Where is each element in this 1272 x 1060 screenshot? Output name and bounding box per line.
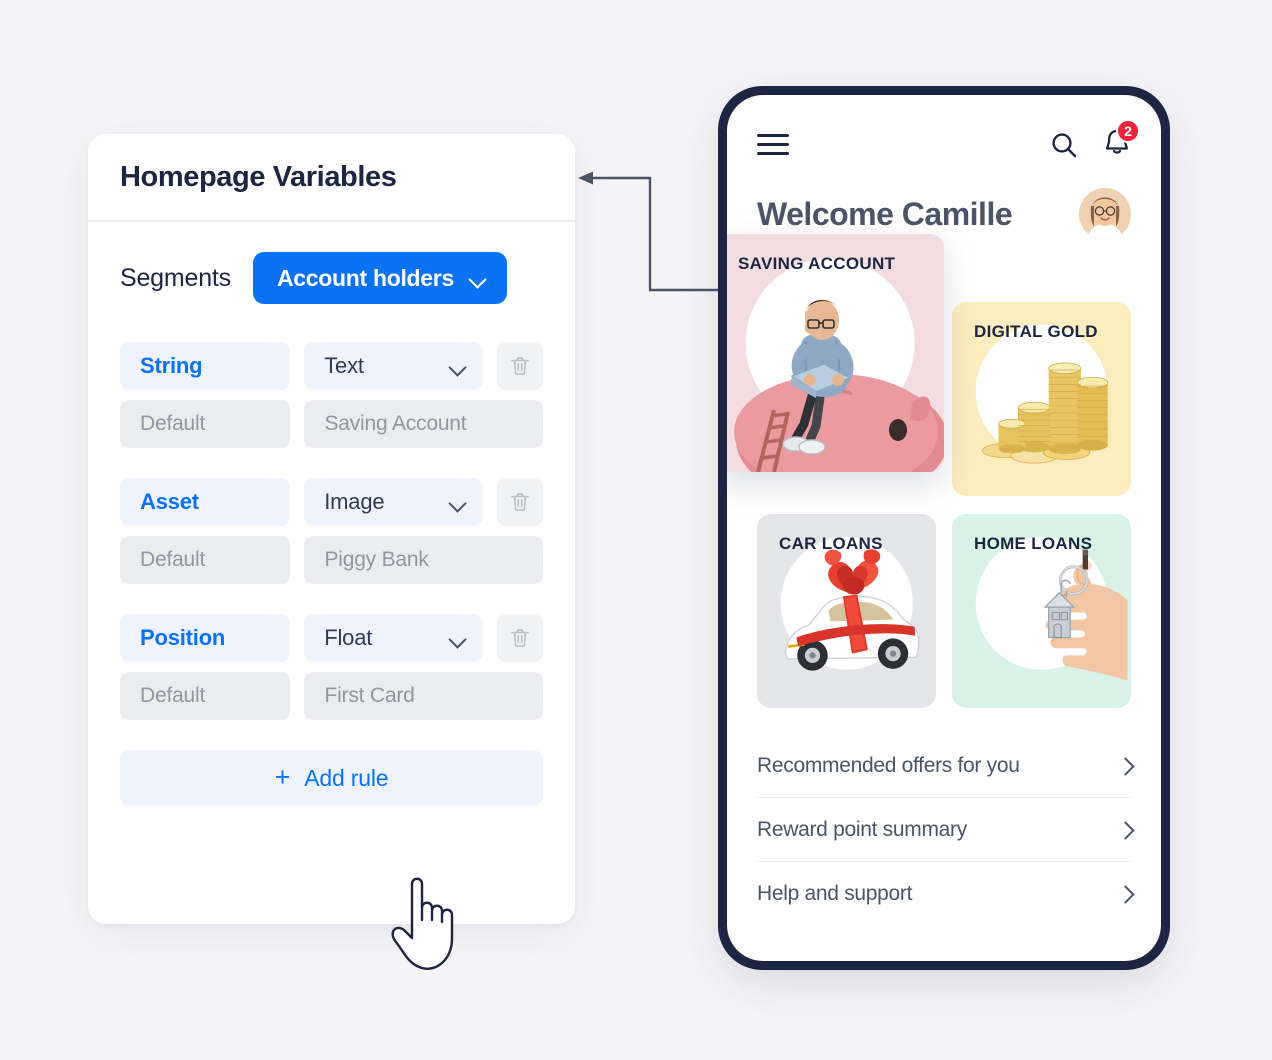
- offer-card-label: DIGITAL GOLD: [974, 322, 1098, 341]
- variable-type-value: Image: [324, 489, 385, 514]
- list-item-label: Recommended offers for you: [757, 753, 1020, 777]
- phone-mockup: 2 Welcome Camille DIGITAL GOLD CAR LOANS…: [718, 86, 1170, 970]
- list-item[interactable]: Reward point summary: [757, 798, 1131, 862]
- offer-cards: DIGITAL GOLD CAR LOANS HOME LOANS SAVING…: [727, 234, 1161, 708]
- hand-cursor-icon: [391, 877, 454, 970]
- variable-name-field[interactable]: Asset: [120, 478, 291, 526]
- phone-menu-list: Recommended offers for you Reward point …: [727, 708, 1161, 926]
- chevron-down-icon: [470, 271, 485, 286]
- rule-top: String Text: [120, 342, 543, 390]
- offer-card-digital-gold[interactable]: DIGITAL GOLD: [952, 302, 1131, 496]
- list-item-label: Help and support: [757, 882, 913, 905]
- chevron-right-icon: [1119, 824, 1131, 836]
- rule-top: Asset Image: [120, 478, 543, 526]
- welcome-title: Welcome Camille: [757, 195, 1013, 232]
- offer-card-saving-account[interactable]: SAVING ACCOUNT: [727, 234, 944, 472]
- page-title: Homepage Variables: [120, 160, 397, 193]
- notifications-button[interactable]: 2: [1103, 119, 1140, 162]
- phone-topbar: 2: [727, 95, 1161, 162]
- chevron-down-icon: [450, 359, 465, 374]
- avatar[interactable]: [1079, 188, 1131, 240]
- segments-label: Segments: [120, 263, 231, 292]
- rule-bottom: Default First Card: [120, 672, 543, 720]
- variable-rule-row: Position Float Default First Card: [120, 614, 543, 720]
- trash-icon: [511, 357, 529, 375]
- search-icon[interactable]: [1049, 130, 1079, 160]
- topbar-icons: 2: [1049, 119, 1140, 162]
- variable-name-field[interactable]: String: [120, 342, 291, 390]
- notification-badge: 2: [1116, 119, 1140, 143]
- chevron-right-icon: [1119, 888, 1131, 900]
- rule-top: Position Float: [120, 614, 543, 662]
- cards-row-2: CAR LOANS HOME LOANS: [757, 514, 1131, 708]
- list-item-label: Reward point summary: [757, 817, 967, 841]
- variable-default-input[interactable]: Default: [120, 672, 291, 720]
- plus-icon: +: [274, 761, 291, 792]
- variable-default-input[interactable]: Default: [120, 400, 291, 448]
- chevron-right-icon: [1119, 760, 1131, 772]
- panel-body: Segments Account holders String Text Def…: [88, 222, 575, 806]
- panel-header: Homepage Variables: [88, 134, 575, 222]
- rule-bottom: Default Piggy Bank: [120, 536, 543, 584]
- homepage-variables-panel: Homepage Variables Segments Account hold…: [88, 134, 575, 924]
- variable-type-dropdown[interactable]: Text: [304, 342, 484, 390]
- offer-card-label: CAR LOANS: [779, 534, 883, 553]
- rule-bottom: Default Saving Account: [120, 400, 543, 448]
- variable-type-dropdown[interactable]: Image: [304, 478, 484, 526]
- chevron-down-icon: [450, 631, 465, 646]
- segments-row: Segments Account holders: [120, 252, 543, 304]
- trash-icon: [511, 493, 529, 511]
- variable-rule-row: String Text Default Saving Account: [120, 342, 543, 448]
- variable-value-input[interactable]: Saving Account: [304, 400, 543, 448]
- add-rule-button[interactable]: + Add rule: [120, 750, 543, 806]
- hamburger-icon[interactable]: [757, 133, 789, 156]
- segments-dropdown[interactable]: Account holders: [252, 252, 507, 304]
- variable-type-value: Text: [324, 353, 364, 378]
- delete-rule-button[interactable]: [497, 614, 543, 662]
- delete-rule-button[interactable]: [497, 478, 543, 526]
- variable-value-input[interactable]: First Card: [304, 672, 543, 720]
- stage: Homepage Variables Segments Account hold…: [0, 0, 1272, 1060]
- variable-rule-row: Asset Image Default Piggy Bank: [120, 478, 543, 584]
- offer-card-label: SAVING ACCOUNT: [738, 254, 896, 273]
- list-item[interactable]: Recommended offers for you: [757, 734, 1131, 798]
- variable-type-dropdown[interactable]: Float: [304, 614, 484, 662]
- variable-value-input[interactable]: Piggy Bank: [304, 536, 543, 584]
- phone-screen: 2 Welcome Camille DIGITAL GOLD CAR LOANS…: [727, 95, 1161, 961]
- offer-card-car-loans[interactable]: CAR LOANS: [757, 514, 936, 708]
- delete-rule-button[interactable]: [497, 342, 543, 390]
- variable-name-field[interactable]: Position: [120, 614, 291, 662]
- welcome-row: Welcome Camille: [727, 162, 1161, 240]
- offer-card-label: HOME LOANS: [974, 534, 1093, 553]
- trash-icon: [511, 629, 529, 647]
- offer-card-home-loans[interactable]: HOME LOANS: [952, 514, 1131, 708]
- add-rule-label: Add rule: [304, 764, 389, 791]
- variable-default-input[interactable]: Default: [120, 536, 291, 584]
- chevron-down-icon: [450, 495, 465, 510]
- connector-arrow: [578, 171, 735, 292]
- list-item[interactable]: Help and support: [757, 862, 1131, 926]
- avatar-illustration: [1079, 188, 1131, 240]
- variable-type-value: Float: [324, 625, 373, 650]
- segments-selected-value: Account holders: [276, 264, 454, 291]
